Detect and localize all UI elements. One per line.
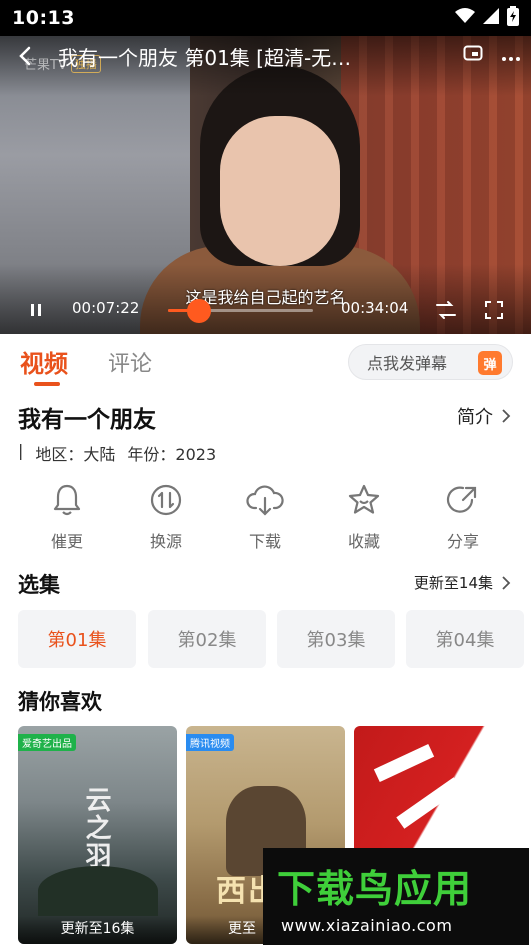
back-button[interactable] [10,38,40,74]
fullscreen-button[interactable] [482,298,506,322]
chevron-right-icon [502,409,511,423]
status-icons [455,6,519,30]
recommend-tag: 爱奇艺出品 [18,734,76,751]
action-label: 分享 [446,532,479,551]
content-tabs: 视频 评论 点我发弹幕 弹 [0,334,531,390]
all-episodes-link[interactable]: 更新至14集 [414,572,511,593]
remind-update-button[interactable]: 催更 [27,480,107,552]
pause-button[interactable] [26,300,46,320]
bell-icon [47,480,87,520]
danmu-label: 点我发弹幕 [367,354,448,373]
pip-button[interactable] [463,45,483,67]
action-label: 下载 [248,532,281,551]
video-title: 我有一个朋友 第01集 [超清-无… [58,45,352,70]
brand-url: www.xiazainiao.com [281,916,453,935]
poster-title-art: 云之羽 [81,786,111,870]
player-title-bar: 我有一个朋友 第01集 [超清-无… [0,36,531,76]
fullscreen-icon [485,301,503,319]
switch-source-icon [146,480,186,520]
progress-bar[interactable] [168,299,313,323]
share-button[interactable]: 分享 [423,480,503,552]
wifi-icon [455,8,475,28]
current-time: 00:07:22 [72,299,140,317]
chevron-left-icon [19,46,31,66]
send-danmu-button[interactable]: 点我发弹幕 弹 [348,344,513,380]
battery-icon [507,6,519,30]
recommend-title: 猜你喜欢 [18,690,102,714]
episode-item-02[interactable]: 第02集 [148,610,266,668]
more-dots-icon [502,56,520,61]
meta-year: 年份：2023 [127,445,217,464]
show-meta: | 地区：大陆 年份：2023 [18,441,216,465]
update-status: 更新至14集 [413,574,493,592]
total-time: 00:34:04 [341,299,409,317]
recommend-card-1[interactable]: 爱奇艺出品 云之羽 更新至16集 [18,726,177,944]
brand-banner[interactable]: 下载鸟应用 www.xiazainiao.com [263,848,529,945]
player-top-actions [463,45,521,67]
poster-tree [38,866,158,916]
brand-name: 下载鸟应用 [277,867,473,911]
picture-in-picture-icon [463,45,483,61]
intro-link[interactable]: 简介 [457,403,511,429]
switch-source-button[interactable]: 换源 [126,480,206,552]
progress-handle[interactable] [187,299,212,323]
status-time: 10:13 [12,7,75,29]
switch-episode-button[interactable] [434,298,458,322]
favorite-button[interactable]: 收藏 [324,480,404,552]
actor-face [220,116,340,266]
tab-active-indicator [34,382,60,386]
cloud-download-icon [245,480,285,520]
pause-icon [31,304,41,316]
meta-region: 地区：大陆 [35,445,116,464]
episode-item-04[interactable]: 第04集 [406,610,524,668]
action-label: 催更 [50,532,83,551]
show-title: 我有一个朋友 [18,407,156,433]
download-button[interactable]: 下载 [225,480,305,552]
chevron-right-icon [502,575,511,590]
intro-label: 简介 [457,407,493,428]
danmu-icon: 弹 [478,351,502,375]
signal-icon [483,8,499,28]
video-player[interactable]: 芒果TV 独播 我有一个朋友 第01集 [超清-无… 这是我给自己起的艺名 00… [0,36,531,334]
action-label: 收藏 [347,532,380,551]
tab-video[interactable]: 视频 [20,344,68,379]
recommend-caption: 更新至16集 [18,916,177,944]
loop-arrows-icon [436,301,456,319]
episode-item-01[interactable]: 第01集 [18,610,136,668]
meta-divider: | [18,441,24,460]
status-bar: 10:13 [0,0,531,36]
action-row: 催更 换源 下载 收藏 分享 [0,480,531,560]
recommend-tag: 腾讯视频 [186,734,234,751]
episodes-title: 选集 [18,573,60,597]
share-icon [443,480,483,520]
star-icon [344,480,384,520]
action-label: 换源 [149,532,182,551]
playback-controls: 00:07:22 00:34:04 [0,294,531,324]
tab-comments[interactable]: 评论 [108,346,152,378]
episode-item-03[interactable]: 第03集 [277,610,395,668]
more-options-button[interactable] [501,47,521,66]
